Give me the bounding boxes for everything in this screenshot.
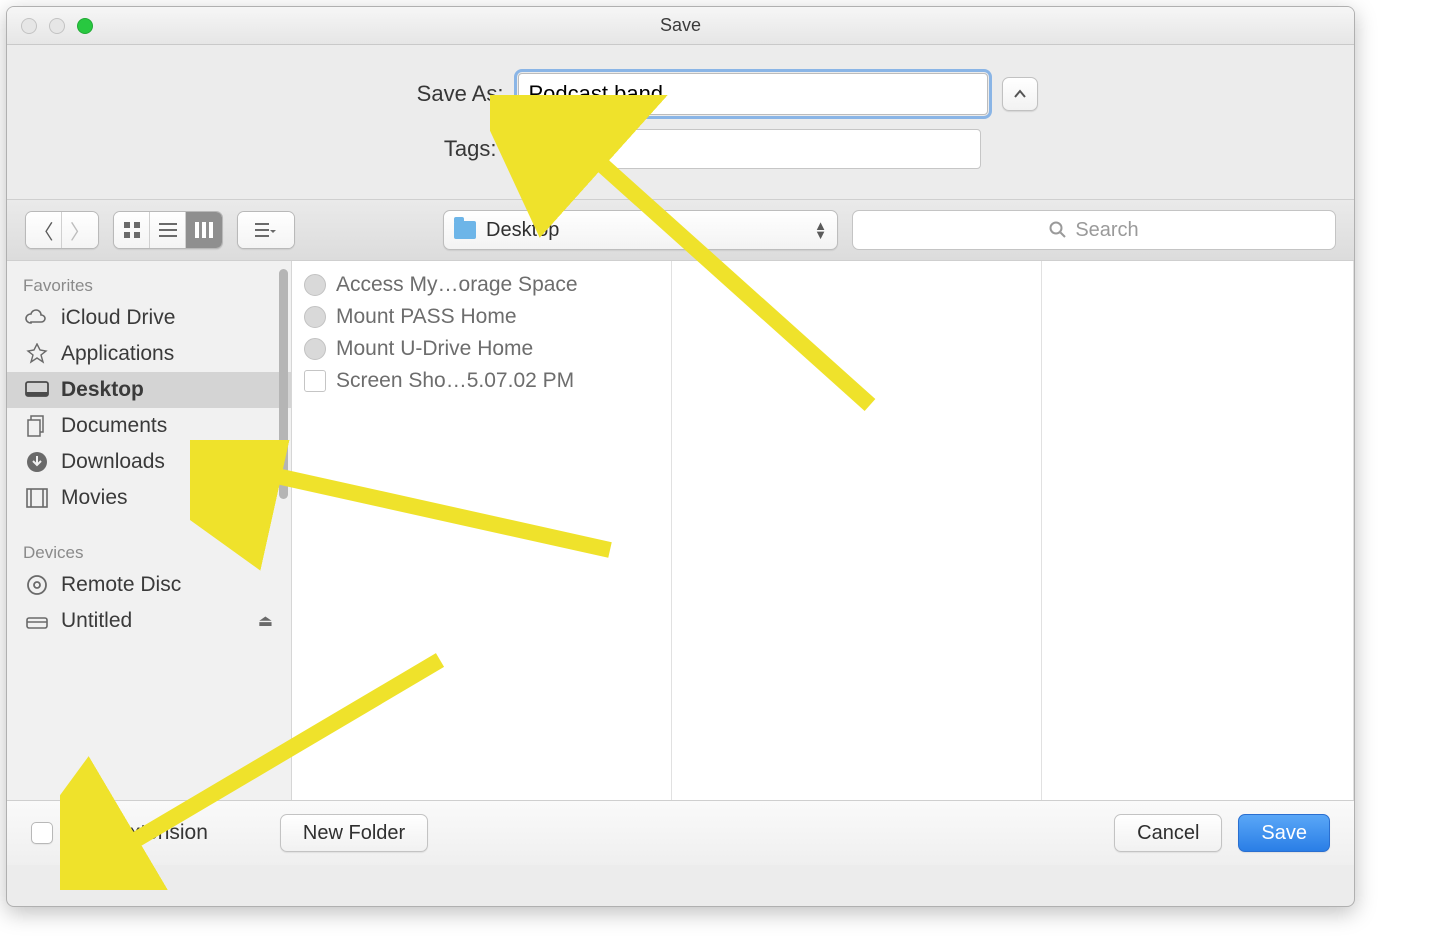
body: Favorites iCloud Drive Applications Desk…: [7, 261, 1354, 801]
hide-extension-checkbox[interactable]: [31, 822, 53, 844]
save-as-input[interactable]: [518, 73, 988, 115]
cloud-icon: [25, 307, 49, 329]
file-label: Access My…orage Space: [336, 273, 578, 297]
file-column-2[interactable]: [672, 261, 1042, 800]
sidebar-item-label: Downloads: [61, 450, 165, 474]
view-icon-icon-button[interactable]: [114, 212, 150, 248]
chevron-right-icon: 〉: [70, 216, 90, 245]
sidebar-scrollbar[interactable]: [279, 269, 288, 499]
sidebar-item-remote-disc[interactable]: Remote Disc: [7, 567, 291, 603]
document-icon: [304, 370, 326, 392]
drive-icon: [25, 610, 49, 632]
sidebar-item-documents[interactable]: Documents: [7, 408, 291, 444]
sidebar-item-label: Applications: [61, 342, 174, 366]
eject-icon[interactable]: ⏏: [258, 611, 273, 631]
save-dialog: Save Save As: Tags: 〈 〉: [6, 6, 1355, 907]
file-row[interactable]: Mount PASS Home: [302, 301, 661, 333]
back-button[interactable]: 〈: [26, 212, 62, 248]
sidebar-favorites-header: Favorites: [7, 267, 291, 300]
sidebar-item-label: Desktop: [61, 378, 144, 402]
titlebar: Save: [7, 7, 1354, 45]
file-label: Mount PASS Home: [336, 305, 517, 329]
downloads-icon: [25, 451, 49, 473]
group-by-button[interactable]: [238, 212, 294, 248]
expand-collapse-button[interactable]: [1002, 77, 1038, 111]
cancel-button[interactable]: Cancel: [1114, 814, 1222, 852]
columns-icon: [195, 222, 213, 238]
file-label: Mount U-Drive Home: [336, 337, 533, 361]
save-as-label: Save As:: [324, 81, 504, 107]
sidebar-item-label: iCloud Drive: [61, 306, 175, 330]
sidebar-item-icloud-drive[interactable]: iCloud Drive: [7, 300, 291, 336]
new-folder-label: New Folder: [303, 822, 405, 845]
forward-button[interactable]: 〉: [62, 212, 98, 248]
save-button[interactable]: Save: [1238, 814, 1330, 852]
folder-icon: [454, 221, 476, 239]
toolbar: 〈 〉 Desktop ▲▼ Search: [7, 199, 1354, 261]
file-row[interactable]: Access My…orage Space: [302, 269, 661, 301]
view-list-button[interactable]: [150, 212, 186, 248]
window-title: Save: [7, 15, 1354, 36]
file-column-3[interactable]: [1042, 261, 1354, 800]
file-label: Screen Sho…5.07.02 PM: [336, 369, 574, 393]
file-row[interactable]: Mount U-Drive Home: [302, 333, 661, 365]
location-popup[interactable]: Desktop ▲▼: [443, 210, 838, 250]
grid-icon: [123, 221, 141, 239]
list-icon: [159, 222, 177, 238]
chevron-up-icon: [1013, 89, 1027, 99]
new-folder-button[interactable]: New Folder: [280, 814, 428, 852]
save-label: Save: [1261, 822, 1307, 845]
tags-label: Tags:: [317, 136, 497, 162]
weblink-icon: [304, 306, 326, 328]
weblink-icon: [304, 338, 326, 360]
sidebar-item-applications[interactable]: Applications: [7, 336, 291, 372]
updown-icon: ▲▼: [814, 221, 827, 239]
sidebar-item-label: Untitled: [61, 609, 132, 633]
movies-icon: [25, 487, 49, 509]
sidebar-devices-header: Devices: [7, 534, 291, 567]
sidebar-item-downloads[interactable]: Downloads: [7, 444, 291, 480]
weblink-icon: [304, 274, 326, 296]
search-placeholder: Search: [1075, 219, 1138, 242]
hide-extension-label: Hide extension: [69, 821, 208, 845]
sidebar-item-label: Documents: [61, 414, 167, 438]
search-field[interactable]: Search: [852, 210, 1336, 250]
location-label: Desktop: [486, 219, 804, 242]
chevron-left-icon: 〈: [34, 216, 54, 245]
view-switcher: [113, 211, 223, 249]
cancel-label: Cancel: [1137, 822, 1199, 845]
sidebar-item-desktop[interactable]: Desktop: [7, 372, 291, 408]
file-row[interactable]: Screen Sho…5.07.02 PM: [302, 365, 661, 397]
group-by-button-wrap: [237, 211, 295, 249]
footer: Hide extension New Folder Cancel Save: [7, 801, 1354, 865]
disc-icon: [25, 574, 49, 596]
file-columns: Access My…orage Space Mount PASS Home Mo…: [292, 261, 1354, 800]
tags-input[interactable]: [511, 129, 981, 169]
sidebar-item-label: Movies: [61, 486, 128, 510]
sidebar: Favorites iCloud Drive Applications Desk…: [7, 261, 292, 800]
sidebar-item-movies[interactable]: Movies: [7, 480, 291, 516]
sidebar-item-untitled[interactable]: Untitled ⏏: [7, 603, 291, 639]
view-columns-button[interactable]: [186, 212, 222, 248]
sidebar-item-label: Remote Disc: [61, 573, 181, 597]
file-column-1[interactable]: Access My…orage Space Mount PASS Home Mo…: [292, 261, 672, 800]
group-icon: [255, 222, 277, 238]
applications-icon: [25, 343, 49, 365]
search-icon: [1049, 221, 1067, 239]
header-form: Save As: Tags:: [7, 45, 1354, 199]
documents-icon: [25, 415, 49, 437]
desktop-icon: [25, 379, 49, 401]
nav-back-forward: 〈 〉: [25, 211, 99, 249]
